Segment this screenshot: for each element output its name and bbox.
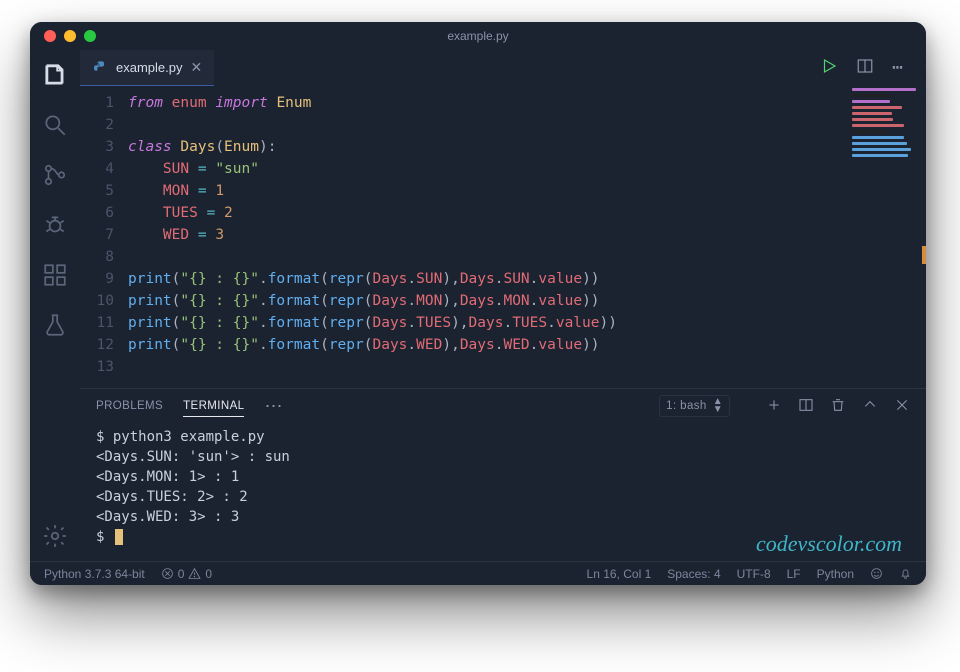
terminal-selector[interactable]: 1: bash ▲▼ bbox=[659, 395, 730, 417]
editor-actions: ⋯ bbox=[820, 57, 926, 79]
editor-window: example.py bbox=[30, 22, 926, 585]
window-title: example.py bbox=[30, 29, 926, 43]
status-problems[interactable]: 0 0 bbox=[161, 567, 212, 581]
extensions-icon[interactable] bbox=[42, 262, 68, 288]
split-editor-icon[interactable] bbox=[856, 57, 874, 79]
status-cursor-position[interactable]: Ln 16, Col 1 bbox=[587, 567, 652, 581]
code-area[interactable]: from enum import Enum class Days(Enum): … bbox=[128, 92, 926, 378]
more-actions-icon[interactable]: ⋯ bbox=[892, 59, 910, 77]
bottom-panel: PROBLEMS TERMINAL ⋯ 1: bash ▲▼ bbox=[80, 388, 926, 561]
settings-gear-icon[interactable] bbox=[42, 523, 68, 549]
source-control-icon[interactable] bbox=[42, 162, 68, 188]
panel-tab-problems[interactable]: PROBLEMS bbox=[96, 396, 163, 416]
kill-terminal-icon[interactable] bbox=[830, 397, 846, 416]
terminal-selector-label: 1: bash bbox=[666, 400, 707, 412]
maximize-panel-icon[interactable] bbox=[862, 397, 878, 416]
panel-more-icon[interactable]: ⋯ bbox=[264, 397, 282, 415]
code-editor[interactable]: 12345678910111213 from enum import Enum … bbox=[80, 86, 926, 388]
titlebar: example.py bbox=[30, 22, 926, 50]
close-panel-icon[interactable] bbox=[894, 397, 910, 416]
close-tab-icon[interactable]: ✕ bbox=[190, 59, 202, 76]
testing-icon[interactable] bbox=[42, 312, 68, 338]
new-terminal-icon[interactable] bbox=[766, 397, 782, 416]
status-language-mode[interactable]: Python bbox=[817, 567, 854, 581]
debug-icon[interactable] bbox=[42, 212, 68, 238]
status-notifications-icon[interactable] bbox=[899, 567, 912, 580]
panel-tab-terminal[interactable]: TERMINAL bbox=[183, 396, 244, 417]
dropdown-arrows-icon: ▲▼ bbox=[713, 398, 723, 414]
status-bar: Python 3.7.3 64-bit 0 0 Ln 16, Col 1 Spa… bbox=[30, 561, 926, 585]
terminal-output[interactable]: $ python3 example.py<Days.SUN: 'sun'> : … bbox=[80, 423, 926, 561]
activity-bar bbox=[30, 50, 80, 561]
status-warning-count: 0 bbox=[205, 567, 212, 581]
status-eol[interactable]: LF bbox=[787, 567, 801, 581]
tab-bar: example.py ✕ ⋯ bbox=[80, 50, 926, 86]
status-python-version[interactable]: Python 3.7.3 64-bit bbox=[44, 567, 145, 581]
status-indentation[interactable]: Spaces: 4 bbox=[667, 567, 720, 581]
status-feedback-icon[interactable] bbox=[870, 567, 883, 580]
explorer-icon[interactable] bbox=[42, 62, 68, 88]
run-icon[interactable] bbox=[820, 57, 838, 79]
gutter: 12345678910111213 bbox=[80, 92, 128, 378]
file-tab[interactable]: example.py ✕ bbox=[80, 50, 214, 86]
editor-group: example.py ✕ ⋯ 12345678910111213 bbox=[80, 50, 926, 561]
overview-ruler-marker bbox=[922, 246, 926, 264]
file-tab-label: example.py bbox=[116, 60, 182, 75]
search-icon[interactable] bbox=[42, 112, 68, 138]
status-error-count: 0 bbox=[178, 567, 185, 581]
panel-tabs: PROBLEMS TERMINAL ⋯ 1: bash ▲▼ bbox=[80, 389, 926, 423]
python-file-icon bbox=[92, 60, 108, 76]
split-terminal-icon[interactable] bbox=[798, 397, 814, 416]
status-encoding[interactable]: UTF-8 bbox=[737, 567, 771, 581]
